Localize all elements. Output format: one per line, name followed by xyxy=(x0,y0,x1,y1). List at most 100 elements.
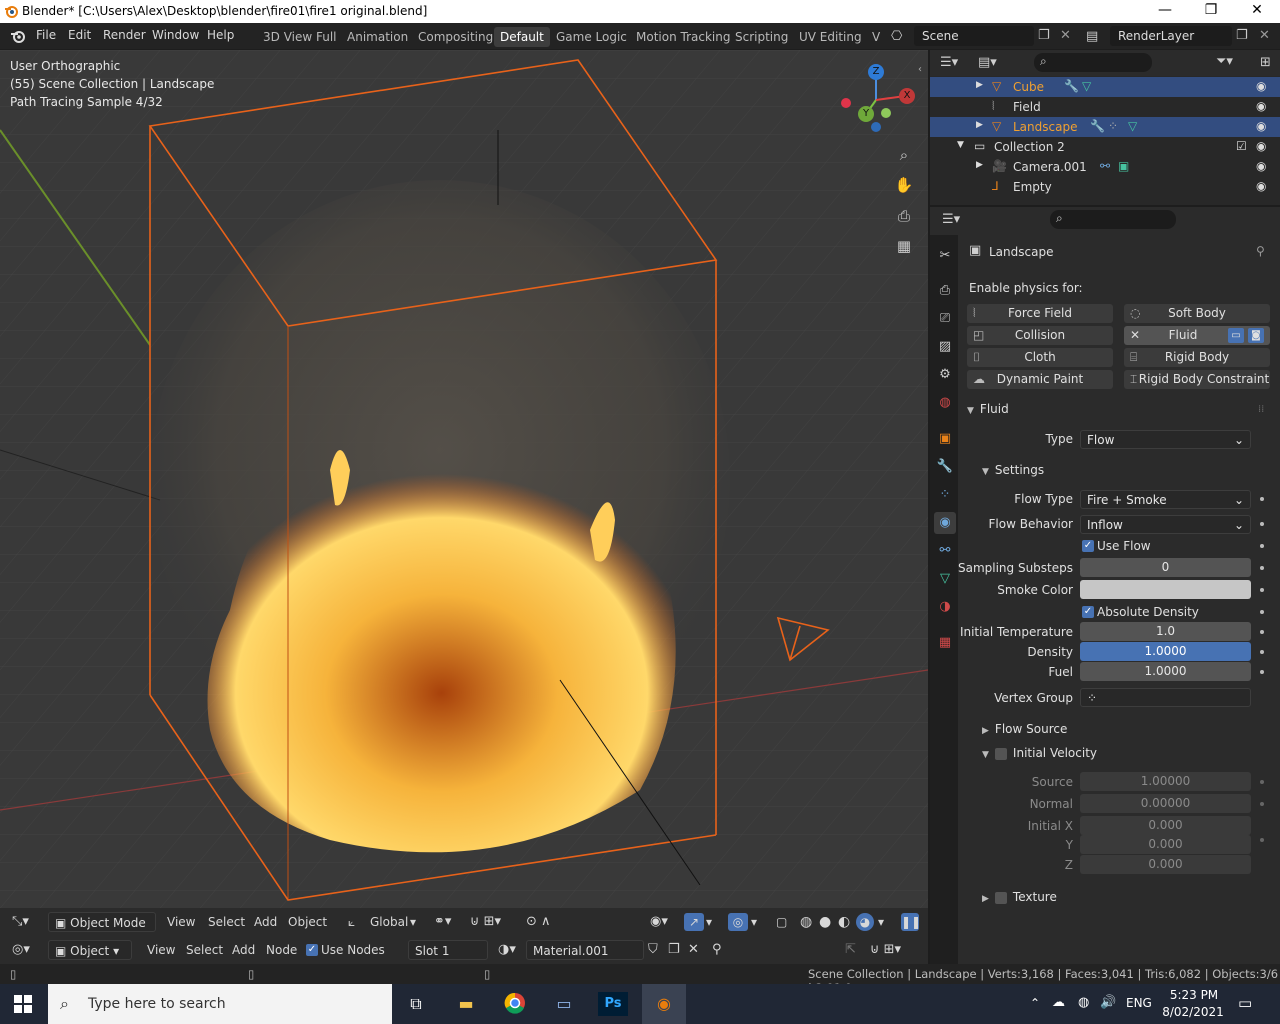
properties-editor-icon[interactable]: ☰▾ xyxy=(942,212,960,227)
proportional-edit-icon[interactable]: ⊙ ∧ xyxy=(526,913,551,931)
xray-icon[interactable]: ▢ xyxy=(776,913,787,931)
select-menu[interactable]: Select xyxy=(208,913,245,931)
new-collection-icon[interactable]: ⊞ xyxy=(1260,55,1271,70)
initial-temperature-field[interactable]: 1.0 xyxy=(1080,622,1251,641)
sampling-substeps-field[interactable]: 0 xyxy=(1080,558,1251,577)
file-explorer-icon[interactable]: ▬ xyxy=(451,992,481,1016)
initial-velocity-checkbox[interactable] xyxy=(994,747,1007,760)
view-layer-selector[interactable]: RenderLayer xyxy=(1110,26,1232,46)
gizmo-z[interactable]: Z xyxy=(868,64,884,80)
absolute-density-checkbox[interactable]: ✓ xyxy=(1082,606,1094,618)
pan-hand-icon[interactable]: ✋ xyxy=(893,174,915,196)
task-view-icon[interactable]: ⧉ xyxy=(401,992,431,1016)
taskbar-search-box[interactable]: ⌕ Type here to search xyxy=(48,984,392,1024)
clock-date[interactable]: 8/02/2021 xyxy=(1162,1005,1224,1019)
animate-use-flow-icon[interactable] xyxy=(1260,544,1264,548)
rigid-body-constraint-button[interactable]: ⌶ Rigid Body Constraint xyxy=(1124,370,1270,389)
settings-panel-header[interactable]: ▼ Settings xyxy=(982,463,1044,477)
unlink-material-icon[interactable]: ✕ xyxy=(688,941,699,959)
overlay-dropdown-icon[interactable]: ▾ xyxy=(751,913,757,931)
visibility-icon[interactable]: ◉▾ xyxy=(650,913,668,931)
properties-search-input[interactable]: ⌕ xyxy=(1050,210,1176,229)
tool-tab-icon[interactable]: ✂ xyxy=(934,245,956,267)
fluid-panel-header[interactable]: ▼ Fluid xyxy=(967,402,1009,416)
initial-y-field[interactable]: 0.000 xyxy=(1080,835,1251,854)
snap-icon[interactable]: ⊍ ⊞▾ xyxy=(470,913,501,931)
outliner-row-field[interactable]: ⦚ Field ◉ xyxy=(930,97,1280,117)
material-tab-icon[interactable]: ◑ xyxy=(934,596,956,618)
output-tab-icon[interactable]: ⎚ xyxy=(934,308,956,330)
visibility-eye-icon[interactable]: ◉ xyxy=(1256,179,1266,193)
shading-dropdown-icon[interactable]: ▾ xyxy=(878,913,884,931)
blender-taskbar-icon[interactable]: ◉ xyxy=(642,984,686,1024)
gizmo-dropdown-icon[interactable]: ▾ xyxy=(706,913,712,931)
density-field[interactable]: 1.0000 xyxy=(1080,642,1251,661)
pivot-icon[interactable]: ⚭▾ xyxy=(434,913,451,931)
gizmo-x[interactable]: X xyxy=(899,88,915,104)
fake-user-icon[interactable]: ⛉ xyxy=(648,941,658,959)
navigation-gizmo[interactable]: Z Y X xyxy=(838,62,918,142)
animate-initial-velocity-icon[interactable] xyxy=(1260,838,1264,842)
notifications-icon[interactable]: ▭ xyxy=(1238,994,1252,1012)
pause-render-icon[interactable]: ❚❚ xyxy=(901,913,921,931)
tab-scripting[interactable]: Scripting xyxy=(729,27,794,47)
mode-selector[interactable]: ▣ Object Mode ▾ xyxy=(48,912,156,950)
outliner-search-input[interactable]: ⌕ xyxy=(1034,53,1152,72)
tab-default[interactable]: Default xyxy=(494,27,550,47)
use-flow-checkbox[interactable]: ✓ xyxy=(1082,540,1094,552)
new-scene-icon[interactable]: ❐ xyxy=(1038,28,1050,43)
material-name-field[interactable]: Material.001 xyxy=(526,940,644,960)
animate-sampling-substeps-icon[interactable] xyxy=(1260,566,1264,570)
animate-absolute-density-icon[interactable] xyxy=(1260,610,1264,614)
menu-render[interactable]: Render xyxy=(103,28,146,42)
outliner-row-landscape[interactable]: ▶ ▽ Landscape 🔧 ⁘ ▽ ◉ xyxy=(930,117,1280,137)
fluid-viewport-toggle-icon[interactable]: ▭ xyxy=(1228,328,1244,343)
remove-fluid-icon[interactable]: ✕ xyxy=(1130,326,1140,345)
fuel-field[interactable]: 1.0000 xyxy=(1080,662,1251,681)
shader-editor-type-icon[interactable]: ◎▾ xyxy=(12,941,30,959)
new-material-icon[interactable]: ❐ xyxy=(668,941,680,959)
camera-view-icon[interactable]: ⎙ xyxy=(893,205,915,227)
tab-motion-tracking[interactable]: Motion Tracking xyxy=(630,27,736,47)
rendered-shading-icon[interactable]: ◕ xyxy=(856,913,874,931)
scene-selector[interactable]: Scene xyxy=(914,26,1034,46)
drag-handle-icon[interactable]: ⁞⁞ xyxy=(1258,404,1264,415)
visibility-eye-icon[interactable]: ◉ xyxy=(1256,139,1266,153)
tab-compositing[interactable]: Compositing xyxy=(412,27,499,47)
outliner-editor-icon[interactable]: ☰▾ xyxy=(940,55,958,70)
pin-icon[interactable]: ⚲ xyxy=(712,941,722,959)
node-menu[interactable]: Node xyxy=(266,941,297,959)
material-shading-icon[interactable]: ◐ xyxy=(838,913,850,931)
gizmo-toggle-icon[interactable]: ↗ xyxy=(684,913,704,931)
add-menu[interactable]: Add xyxy=(254,913,277,931)
network-icon[interactable]: ◍ xyxy=(1078,995,1089,1010)
initial-velocity-panel-header[interactable]: ▼ Initial Velocity xyxy=(982,746,1097,760)
slot-selector[interactable]: Slot 1 xyxy=(408,940,488,960)
gizmo-neg-z[interactable] xyxy=(871,122,881,132)
solid-shading-icon[interactable]: ● xyxy=(819,913,831,931)
expand-icon[interactable]: ▶ xyxy=(976,80,983,90)
force-field-button[interactable]: ⦚ Force Field xyxy=(967,304,1113,323)
object-menu[interactable]: Object xyxy=(288,913,327,931)
outliner-row-empty[interactable]: ⅃ Empty ◉ xyxy=(930,177,1280,197)
material-browse-icon[interactable]: ◑▾ xyxy=(498,941,516,959)
tab-3d-view-full[interactable]: 3D View Full xyxy=(257,27,343,47)
gizmo-neg-y[interactable] xyxy=(881,108,891,118)
normal-field[interactable]: 0.00000 xyxy=(1080,794,1251,813)
visibility-eye-icon[interactable]: ◉ xyxy=(1256,119,1266,133)
blender-menu-icon[interactable] xyxy=(9,28,27,44)
expand-icon[interactable]: ▶ xyxy=(976,120,983,130)
dynamic-paint-button[interactable]: ☁ Dynamic Paint xyxy=(967,370,1113,389)
flow-source-panel-header[interactable]: ▶ Flow Source xyxy=(982,722,1067,736)
tab-uv-editing[interactable]: UV Editing xyxy=(793,27,868,47)
smoke-color-swatch[interactable] xyxy=(1080,580,1251,599)
animate-source-icon[interactable] xyxy=(1260,780,1264,784)
photoshop-icon[interactable]: Ps xyxy=(598,992,628,1016)
orientation-chevron-icon[interactable]: ▾ xyxy=(410,913,416,931)
overlay-toggle-icon[interactable]: ◎ xyxy=(728,913,748,931)
volume-icon[interactable]: 🔊 xyxy=(1100,995,1116,1010)
hidden-icons-chevron-icon[interactable]: ⌃ xyxy=(1030,996,1040,1010)
node-select-menu[interactable]: Select xyxy=(186,941,223,959)
display-mode-icon[interactable]: ▤▾ xyxy=(978,55,997,70)
flow-type-dropdown[interactable]: Fire + Smoke ⌄ xyxy=(1080,490,1251,509)
